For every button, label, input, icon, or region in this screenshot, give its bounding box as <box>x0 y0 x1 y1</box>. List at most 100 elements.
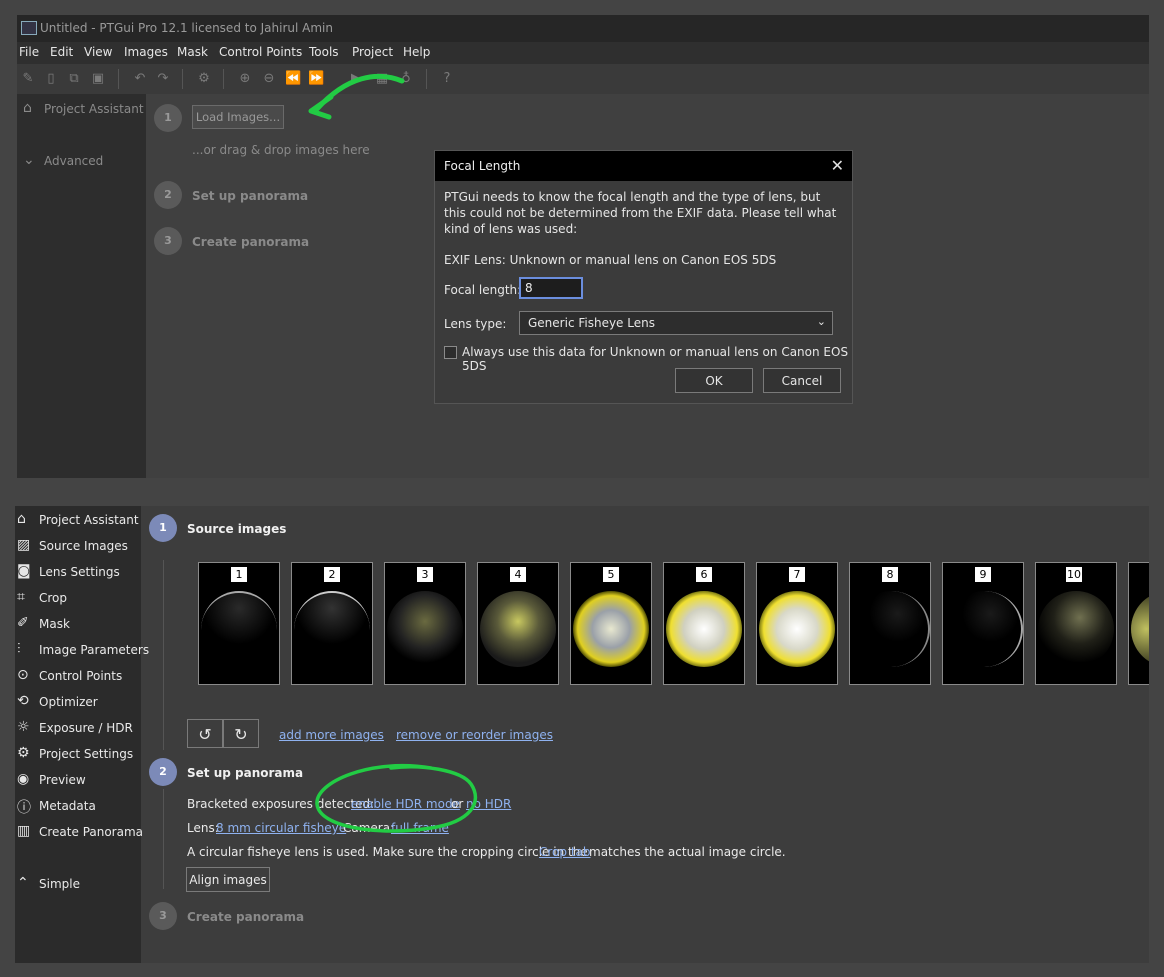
annotation-arrow <box>308 73 405 120</box>
menu-tools[interactable]: Tools <box>309 45 339 59</box>
sidebar-item-label: Project Settings <box>39 747 134 761</box>
align-images-button[interactable]: Align images <box>186 867 270 892</box>
thumbnail-7[interactable]: 7 <box>756 562 838 685</box>
thumbnail-image <box>666 591 742 667</box>
thumbnail-number: 4 <box>510 567 526 582</box>
optimizer-icon: ⟲ <box>17 693 29 709</box>
thumbnail-number: 3 <box>417 567 433 582</box>
thumbnail-number: 5 <box>603 567 619 582</box>
sidebar-item-label: Image Parameters <box>39 643 150 657</box>
thumbnail-4[interactable]: 4 <box>477 562 559 685</box>
sidebar-item-label: Mask <box>39 617 70 631</box>
thumbnail-number: 6 <box>696 567 712 582</box>
thumbnail-6[interactable]: 6 <box>663 562 745 685</box>
step-2-badge: 2 <box>149 758 177 786</box>
thumbnail-number: 8 <box>882 567 898 582</box>
rotate-left-icon: ↺ <box>198 725 212 744</box>
menu-bar: File Edit View Images Mask Control Point… <box>17 42 1149 64</box>
thumbnail-number: 9 <box>975 567 991 582</box>
zoom-out-icon[interactable]: ⊖ <box>261 71 277 87</box>
step-connector <box>163 560 164 750</box>
thumbnail-number: 10 <box>1066 567 1082 582</box>
zoom-in-icon[interactable]: ⊕ <box>237 71 253 87</box>
add-more-images-link[interactable]: add more images <box>279 728 384 742</box>
sidebar-item-label: Source Images <box>39 539 128 553</box>
focal-length-dialog: Focal Length ✕ PTGui needs to know the f… <box>434 150 853 404</box>
open-project-icon[interactable]: ▯ <box>43 71 59 87</box>
menu-images[interactable]: Images <box>124 45 168 59</box>
home-icon: ⌂ <box>23 100 32 116</box>
thumbnail-image <box>294 591 370 669</box>
thumbnail-3[interactable]: 3 <box>384 562 466 685</box>
top-sidebar-advanced-label: Advanced <box>44 154 104 168</box>
menu-mask[interactable]: Mask <box>177 45 208 59</box>
thumbnail-1[interactable]: 1 <box>198 562 280 685</box>
sidebar-item-label: Exposure / HDR <box>39 721 133 735</box>
toolbar-separator <box>426 69 427 89</box>
thumbnail-10[interactable]: 10 <box>1035 562 1117 685</box>
load-images-button[interactable]: Load Images... <box>192 105 284 129</box>
remove-reorder-images-link[interactable]: remove or reorder images <box>396 728 553 742</box>
chevron-down-circle-icon: ⌄ <box>23 152 35 168</box>
camera-icon: ◙ <box>17 563 31 579</box>
menu-help[interactable]: Help <box>403 45 430 59</box>
undo-icon[interactable]: ↶ <box>132 71 148 87</box>
thumbnail-8[interactable]: 8 <box>849 562 931 685</box>
thumbnail-image <box>480 591 556 667</box>
sidebar-item-label: Crop <box>39 591 68 605</box>
sun-icon: ☼ <box>17 719 30 735</box>
step-2-badge: 2 <box>154 181 182 209</box>
thumbnail-5[interactable]: 5 <box>570 562 652 685</box>
sidebar-item-label: Preview <box>39 773 86 787</box>
menu-view[interactable]: View <box>84 45 112 59</box>
ok-button[interactable]: OK <box>675 368 753 393</box>
eye-icon: ◉ <box>17 771 30 787</box>
rewind-icon[interactable]: ⏪ <box>285 71 301 87</box>
focal-length-input[interactable]: 8 <box>519 277 583 299</box>
menu-file[interactable]: File <box>19 45 39 59</box>
crop-icon: ⌗ <box>17 589 25 605</box>
focal-length-label: Focal length: <box>444 283 522 297</box>
toolbar-separator <box>223 69 224 89</box>
cancel-button[interactable]: Cancel <box>763 368 841 393</box>
thumbnail-number: 1 <box>231 567 247 582</box>
home-icon: ⌂ <box>17 511 26 527</box>
create-panorama-heading: Create panorama <box>187 910 305 924</box>
close-icon[interactable]: ✕ <box>831 156 844 175</box>
save-icon[interactable]: ▣ <box>90 71 106 87</box>
sidebar-item-label: Project Assistant <box>39 513 139 527</box>
source-images-heading: Source images <box>187 522 287 536</box>
chevron-up-icon: ⌃ <box>17 875 29 891</box>
rotate-right-icon: ↻ <box>234 725 248 744</box>
sidebar-item-label: Metadata <box>39 799 96 813</box>
rotate-right-button[interactable]: ↻ <box>223 719 259 748</box>
crop-tab-link[interactable]: Crop tab <box>539 845 591 859</box>
thumbnail-9[interactable]: 9 <box>942 562 1024 685</box>
exif-lens-text: EXIF Lens: Unknown or manual lens on Can… <box>444 253 777 267</box>
menu-edit[interactable]: Edit <box>50 45 73 59</box>
brush-icon: ✐ <box>17 615 29 631</box>
new-project-icon[interactable]: ✎ <box>20 71 36 87</box>
dialog-message: PTGui needs to know the focal length and… <box>444 190 837 236</box>
menu-control-points[interactable]: Control Points <box>219 45 302 59</box>
settings-icon[interactable]: ⚙ <box>196 71 212 87</box>
step-3-label: Create panorama <box>192 235 310 249</box>
always-use-checkbox[interactable] <box>444 346 457 359</box>
sliders-icon: ⫶ <box>17 641 21 657</box>
dialog-title: Focal Length <box>444 159 521 173</box>
toolbar: ✎ ▯ ⧉ ▣ ↶ ↷ ⚙ ⊕ ⊖ ⏪ ⏩ ▶ ▦ ♁ ? <box>17 64 1149 94</box>
help-icon[interactable]: ? <box>439 71 455 87</box>
top-sidebar: ⌂ Project Assistant ⌄ Advanced <box>17 94 146 478</box>
menu-project[interactable]: Project <box>352 45 393 59</box>
lens-type-select[interactable]: Generic Fisheye Lens ⌄ <box>519 311 833 335</box>
redo-icon[interactable]: ↷ <box>155 71 171 87</box>
pin-icon: ⊙ <box>17 667 29 683</box>
copy-icon[interactable]: ⧉ <box>66 71 82 87</box>
step-2-label: Set up panorama <box>192 189 309 203</box>
sidebar-item-label: Create Panorama <box>39 825 144 839</box>
rotate-left-button[interactable]: ↺ <box>187 719 223 748</box>
circular-note-suffix: matches the actual image circle. <box>589 845 786 859</box>
thumbnail-partial[interactable] <box>1128 562 1149 685</box>
lens-type-value: Generic Fisheye Lens <box>528 316 655 330</box>
thumbnail-2[interactable]: 2 <box>291 562 373 685</box>
